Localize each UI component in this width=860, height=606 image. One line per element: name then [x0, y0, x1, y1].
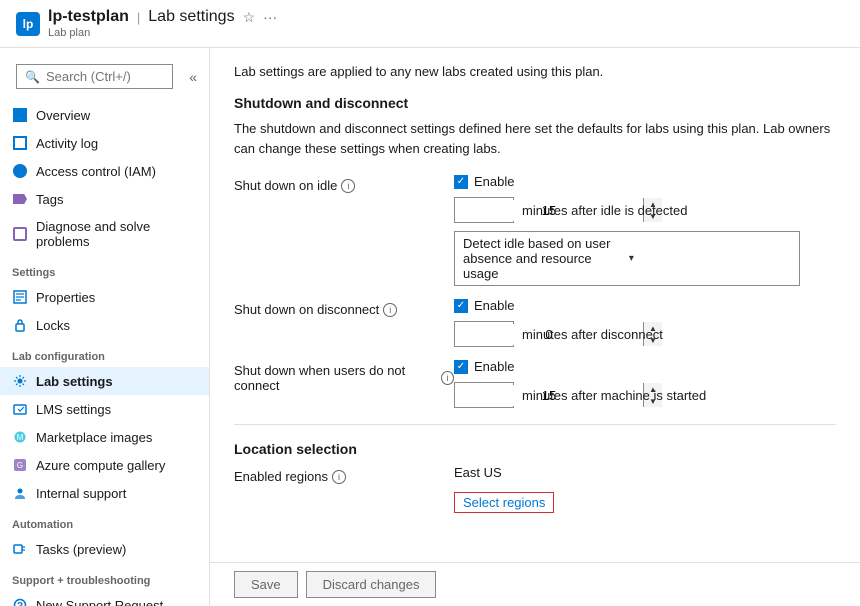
locks-icon — [12, 317, 28, 333]
discard-changes-button[interactable]: Discard changes — [306, 571, 437, 598]
dropdown-arrow-icon: ▾ — [629, 253, 791, 264]
shutdown-idle-unit: minutes after idle is detected — [522, 203, 687, 218]
header-actions: ☆ ··· — [243, 9, 278, 26]
shutdown-no-connect-info-icon[interactable]: i — [441, 371, 454, 385]
sidebar-item-lab-settings[interactable]: Lab settings — [0, 367, 209, 395]
shutdown-no-connect-minutes-row: ▲ ▼ minutes after machine is started — [454, 382, 706, 408]
section-divider — [234, 424, 836, 425]
shutdown-idle-dropdown-row: Detect idle based on user absence and re… — [454, 231, 800, 286]
page-header: lp lp-testplan | Lab settings ☆ ··· Lab … — [0, 0, 860, 48]
shutdown-idle-controls: Enable ▲ ▼ minutes after idle is detecte… — [454, 174, 800, 286]
region-value: East US — [454, 465, 554, 480]
shutdown-disconnect-controls: Enable ▲ ▼ minutes after disconnect — [454, 298, 663, 347]
shutdown-idle-enable-label: Enable — [474, 174, 514, 189]
shutdown-no-connect-enable-label: Enable — [474, 359, 514, 374]
resource-name: lp-testplan — [48, 8, 129, 26]
sidebar: 🔍 « Overview Activity log Access control… — [0, 48, 210, 606]
shutdown-section-title: Shutdown and disconnect — [234, 95, 836, 111]
shutdown-no-connect-enable-row: Enable — [454, 359, 706, 374]
enabled-regions-controls: East US Select regions — [454, 465, 554, 513]
shutdown-no-connect-unit: minutes after machine is started — [522, 388, 706, 403]
enabled-regions-info-icon[interactable]: i — [332, 470, 346, 484]
shutdown-disconnect-minutes-row: ▲ ▼ minutes after disconnect — [454, 321, 663, 347]
sidebar-item-tags[interactable]: Tags — [0, 185, 209, 213]
more-options-icon[interactable]: ··· — [263, 9, 277, 25]
compute-gallery-icon: G — [12, 457, 28, 473]
marketplace-icon: M — [12, 429, 28, 445]
shutdown-disconnect-spinner[interactable]: ▲ ▼ — [454, 321, 514, 347]
sidebar-item-properties[interactable]: Properties — [0, 283, 209, 311]
sidebar-item-tasks[interactable]: Tasks (preview) — [0, 535, 209, 563]
shutdown-idle-dropdown[interactable]: Detect idle based on user absence and re… — [454, 231, 800, 286]
sidebar-item-activity-log[interactable]: Activity log — [0, 129, 209, 157]
shutdown-no-connect-spinner[interactable]: ▲ ▼ — [454, 382, 514, 408]
activity-log-icon — [12, 135, 28, 151]
shutdown-idle-spinner[interactable]: ▲ ▼ — [454, 197, 514, 223]
collapse-sidebar-button[interactable]: « — [185, 65, 201, 89]
lab-settings-icon — [12, 373, 28, 389]
shutdown-idle-checkbox[interactable] — [454, 175, 468, 189]
shutdown-section-desc: The shutdown and disconnect settings def… — [234, 119, 836, 158]
tasks-icon — [12, 541, 28, 557]
search-icon: 🔍 — [25, 70, 40, 84]
select-regions-link[interactable]: Select regions — [454, 492, 554, 513]
shutdown-no-connect-label: Shut down when users do not connect i — [234, 359, 454, 393]
overview-icon — [12, 107, 28, 123]
sidebar-item-locks[interactable]: Locks — [0, 311, 209, 339]
page-title: Lab settings — [148, 8, 234, 26]
search-input[interactable] — [46, 69, 164, 84]
svg-text:?: ? — [17, 601, 23, 606]
resource-type: Lab plan — [48, 27, 277, 39]
shutdown-on-idle-row: Shut down on idle i Enable ▲ ▼ — [234, 174, 836, 286]
shutdown-disconnect-enable-label: Enable — [474, 298, 514, 313]
sidebar-item-marketplace[interactable]: M Marketplace images — [0, 423, 209, 451]
diagnose-icon — [12, 226, 28, 242]
save-button[interactable]: Save — [234, 571, 298, 598]
content-description: Lab settings are applied to any new labs… — [234, 64, 836, 79]
internal-support-icon — [12, 485, 28, 501]
shutdown-disconnect-enable-row: Enable — [454, 298, 663, 313]
location-section-title: Location selection — [234, 441, 836, 457]
shutdown-idle-minutes-row: ▲ ▼ minutes after idle is detected — [454, 197, 800, 223]
resource-icon: lp — [16, 12, 40, 36]
properties-icon — [12, 289, 28, 305]
sidebar-item-overview[interactable]: Overview — [0, 101, 209, 129]
automation-section-label: Automation — [0, 511, 209, 535]
svg-text:M: M — [17, 433, 24, 442]
sidebar-item-compute-gallery[interactable]: G Azure compute gallery — [0, 451, 209, 479]
shutdown-on-disconnect-row: Shut down on disconnect i Enable ▲ ▼ — [234, 298, 836, 347]
favorite-icon[interactable]: ☆ — [243, 9, 256, 26]
main-layout: 🔍 « Overview Activity log Access control… — [0, 48, 860, 606]
shutdown-idle-enable-row: Enable — [454, 174, 800, 189]
sidebar-item-lms-settings[interactable]: LMS settings — [0, 395, 209, 423]
footer-bar: Save Discard changes — [210, 562, 860, 606]
settings-section-label: Settings — [0, 259, 209, 283]
shutdown-no-connect-checkbox[interactable] — [454, 360, 468, 374]
enabled-regions-label: Enabled regions i — [234, 465, 454, 484]
shutdown-on-disconnect-label: Shut down on disconnect i — [234, 298, 454, 317]
svg-text:G: G — [17, 461, 23, 470]
enabled-regions-row: Enabled regions i East US Select regions — [234, 465, 836, 513]
lms-icon — [12, 401, 28, 417]
new-support-icon: ? — [12, 597, 28, 606]
support-section-label: Support + troubleshooting — [0, 567, 209, 591]
shutdown-on-idle-label: Shut down on idle i — [234, 174, 454, 193]
header-separator: | — [137, 10, 140, 25]
header-title-area: lp-testplan | Lab settings ☆ ··· Lab pla… — [48, 8, 277, 39]
shutdown-no-connect-row: Shut down when users do not connect i En… — [234, 359, 836, 408]
shutdown-disconnect-checkbox[interactable] — [454, 299, 468, 313]
sidebar-item-access-control[interactable]: Access control (IAM) — [0, 157, 209, 185]
main-content: Lab settings are applied to any new labs… — [210, 48, 860, 562]
shutdown-no-connect-controls: Enable ▲ ▼ minutes after machine is star… — [454, 359, 706, 408]
lab-config-section-label: Lab configuration — [0, 343, 209, 367]
sidebar-item-internal-support[interactable]: Internal support — [0, 479, 209, 507]
tags-icon — [12, 191, 28, 207]
shutdown-disconnect-info-icon[interactable]: i — [383, 303, 397, 317]
access-control-icon — [12, 163, 28, 179]
search-box[interactable]: 🔍 — [16, 64, 173, 89]
shutdown-disconnect-unit: minutes after disconnect — [522, 327, 663, 342]
sidebar-item-new-support[interactable]: ? New Support Request — [0, 591, 209, 606]
shutdown-idle-info-icon[interactable]: i — [341, 179, 355, 193]
sidebar-item-diagnose[interactable]: Diagnose and solve problems — [0, 213, 209, 255]
